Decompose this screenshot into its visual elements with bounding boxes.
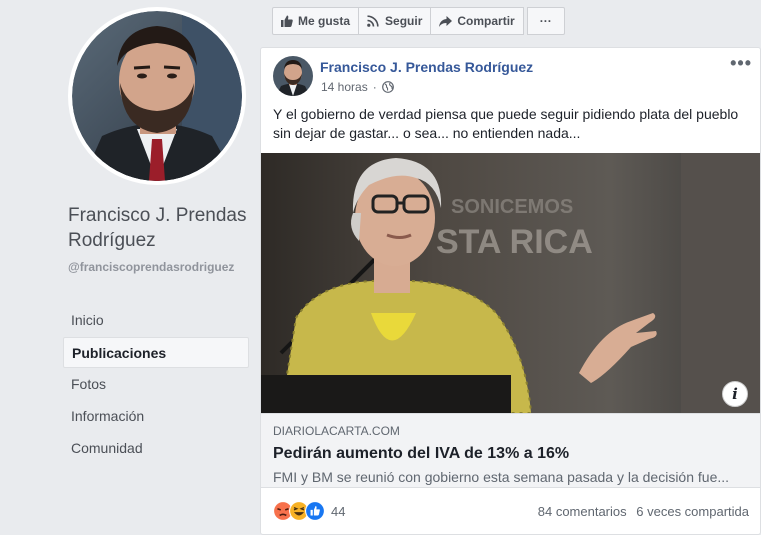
- profile-photo: [72, 11, 242, 181]
- reactions-bar: 44 84 comentarios 6 veces compartida: [273, 500, 749, 522]
- share-arrow-icon: [439, 15, 453, 27]
- like-page-label: Me gusta: [298, 14, 351, 28]
- info-button[interactable]: i: [722, 381, 748, 407]
- shares-count-link[interactable]: 6 veces compartida: [636, 504, 749, 519]
- profile-avatar[interactable]: [68, 7, 246, 185]
- share-button[interactable]: Compartir: [430, 7, 524, 35]
- link-title[interactable]: Pedirán aumento del IVA de 13% a 16%: [273, 444, 748, 464]
- nav-item-comunidad[interactable]: Comunidad: [63, 433, 249, 464]
- profile-sidebar: Francisco J. Prendas Rodríguez @francisc…: [0, 0, 258, 535]
- backdrop-text-2: STA RICA: [436, 223, 593, 261]
- post-options-icon[interactable]: •••: [730, 54, 752, 72]
- nav-item-publicaciones[interactable]: Publicaciones: [63, 337, 249, 368]
- reaction-count: 44: [331, 503, 346, 519]
- link-preview-image[interactable]: SONICEMOS STA RICA i: [261, 153, 760, 413]
- comments-count-link[interactable]: 84 comentarios: [538, 504, 627, 519]
- more-icon: ···: [539, 14, 552, 28]
- news-photo: SONICEMOS STA RICA: [261, 153, 760, 413]
- post-author-avatar[interactable]: [273, 56, 313, 96]
- post-timestamp[interactable]: 14 horas: [321, 80, 368, 94]
- follow-button[interactable]: Seguir: [358, 7, 432, 35]
- nav-item-informacion[interactable]: Información: [63, 401, 249, 432]
- post-stats: 84 comentarios 6 veces compartida: [532, 504, 749, 519]
- like-page-button[interactable]: Me gusta: [272, 7, 360, 35]
- profile-handle[interactable]: @franciscoprendasrodriguez: [68, 260, 253, 275]
- post-author-name[interactable]: Francisco J. Prendas Rodríguez: [320, 59, 533, 75]
- globe-icon[interactable]: [381, 81, 394, 93]
- thumbs-up-icon: [281, 15, 293, 27]
- author-avatar-icon: [273, 56, 313, 96]
- meta-separator: ·: [372, 80, 377, 94]
- link-domain: DIARIOLACARTA.COM: [273, 424, 400, 438]
- like-reaction-icon: [305, 501, 325, 521]
- more-options-button[interactable]: ···: [526, 7, 565, 35]
- nav-item-fotos[interactable]: Fotos: [63, 369, 249, 400]
- page-nav: Inicio Publicaciones Fotos Información C…: [63, 305, 249, 465]
- post-card: Francisco J. Prendas Rodríguez 14 horas …: [260, 47, 761, 535]
- post-meta: 14 horas ·: [321, 80, 394, 94]
- link-description: FMI y BM se reunió con gobierno esta sem…: [273, 469, 730, 485]
- post-text: Y el gobierno de verdad piensa que puede…: [273, 106, 739, 141]
- backdrop-text-1: SONICEMOS: [451, 196, 573, 218]
- rss-icon: [367, 15, 379, 27]
- reactions-summary[interactable]: 44: [273, 501, 345, 521]
- link-preview[interactable]: DIARIOLACARTA.COM Pedirán aumento del IV…: [261, 413, 760, 488]
- share-label: Compartir: [457, 14, 515, 28]
- nav-item-inicio[interactable]: Inicio: [63, 305, 249, 336]
- profile-name[interactable]: Francisco J. Prendas Rodríguez: [68, 203, 258, 253]
- follow-label: Seguir: [385, 14, 423, 28]
- page-action-bar: Me gusta Seguir Compartir ···: [272, 7, 565, 35]
